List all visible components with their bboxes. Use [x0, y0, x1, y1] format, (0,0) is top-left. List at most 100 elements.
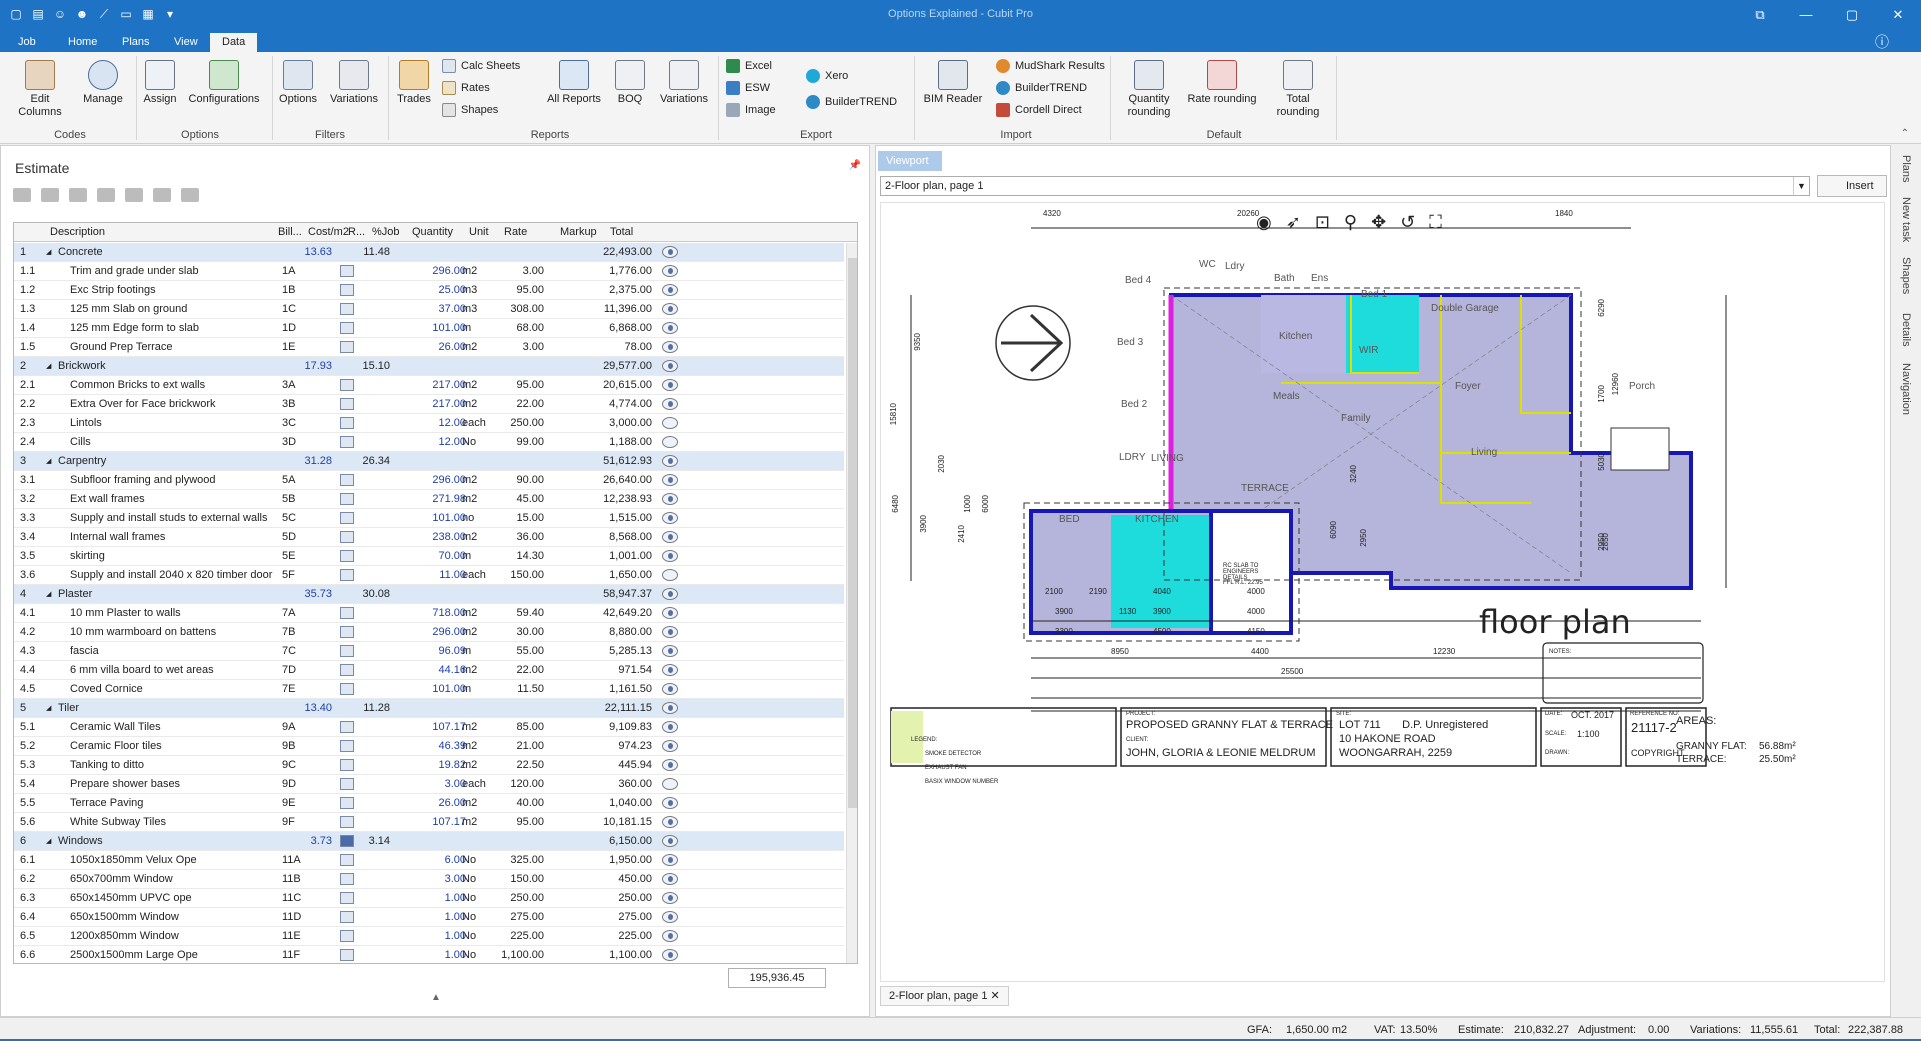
- table-row[interactable]: 6.4 650x1500mm Window 11D 1.00 No 275.00 275.0…: [14, 908, 844, 927]
- table-row[interactable]: 1.4 125 mm Edge form to slab 1D 101.00 m 68.0…: [14, 319, 844, 338]
- collapse-panel-icon[interactable]: ▲: [431, 992, 441, 1003]
- visibility-eye-icon[interactable]: [662, 246, 678, 258]
- image-button[interactable]: Image: [726, 102, 776, 118]
- table-row[interactable]: 5.6 White Subway Tiles 9F 107.17 m2 95.00 10,1…: [14, 813, 844, 832]
- expand-toggle-icon[interactable]: ◢: [46, 248, 51, 256]
- cell-rate[interactable]: 120.00: [484, 778, 544, 790]
- cell-qty[interactable]: 296.00: [410, 474, 466, 486]
- edit-columns-button[interactable]: Edit Columns: [8, 60, 72, 119]
- visibility-eye-icon[interactable]: [662, 474, 678, 486]
- cell-qty[interactable]: 25.00: [410, 284, 466, 296]
- expand-toggle-icon[interactable]: ◢: [46, 362, 51, 370]
- visibility-eye-icon[interactable]: [662, 664, 678, 676]
- table-row[interactable]: 3.2 Ext wall frames 5B 271.98 m2 45.00 12,238.…: [14, 490, 844, 509]
- visibility-eye-icon[interactable]: [662, 493, 678, 505]
- grid-scrollbar[interactable]: [846, 243, 857, 963]
- table-row[interactable]: 2.3 Lintols 3C 12.00 each 250.00 3,000.00: [14, 414, 844, 433]
- visibility-eye-icon[interactable]: [662, 588, 678, 600]
- col-unit[interactable]: Unit: [469, 226, 489, 238]
- cell-desc[interactable]: Carpentry: [58, 455, 106, 467]
- tab-plans[interactable]: Plans: [110, 33, 162, 52]
- col-rate[interactable]: Rate: [504, 226, 527, 238]
- esw-button[interactable]: ESW: [726, 80, 770, 96]
- filter-options-button[interactable]: Options: [278, 60, 318, 106]
- col-total[interactable]: Total: [610, 226, 633, 238]
- rate-type-icon[interactable]: [340, 493, 354, 505]
- table-row[interactable]: 4.4 6 mm villa board to wet areas 7D 44.16 m…: [14, 661, 844, 680]
- maximize-icon[interactable]: ▢: [1829, 0, 1875, 30]
- cell-rate[interactable]: 40.00: [484, 797, 544, 809]
- cell-desc[interactable]: fascia: [70, 645, 99, 657]
- cell-rate[interactable]: 22.00: [484, 664, 544, 676]
- visibility-eye-icon[interactable]: [662, 759, 678, 771]
- cell-qty[interactable]: 107.17: [410, 721, 466, 733]
- cell-rate[interactable]: 45.00: [484, 493, 544, 505]
- rate-type-icon[interactable]: [340, 474, 354, 486]
- visibility-eye-icon[interactable]: [662, 778, 678, 790]
- zoom-window-icon[interactable]: ⊡: [1315, 212, 1330, 233]
- rate-type-icon[interactable]: [340, 930, 354, 942]
- cell-rate[interactable]: 36.00: [484, 531, 544, 543]
- expand-toggle-icon[interactable]: ◢: [46, 590, 51, 598]
- rate-type-icon[interactable]: [340, 911, 354, 923]
- cell-desc[interactable]: Prepare shower bases: [70, 778, 180, 790]
- visibility-eye-icon[interactable]: [662, 455, 678, 467]
- visibility-eye-icon[interactable]: [662, 417, 678, 429]
- visibility-eye-icon[interactable]: [662, 721, 678, 733]
- cell-desc[interactable]: Terrace Paving: [70, 797, 143, 809]
- cell-rate[interactable]: 99.00: [484, 436, 544, 448]
- cell-qty[interactable]: 1.00: [410, 949, 466, 961]
- rate-type-icon[interactable]: [340, 398, 354, 410]
- cell-desc[interactable]: Coved Cornice: [70, 683, 143, 695]
- table-row[interactable]: 2.1 Common Bricks to ext walls 3A 217.00 m2 9…: [14, 376, 844, 395]
- rate-type-icon[interactable]: [340, 436, 354, 448]
- cell-desc[interactable]: 2500x1500mm Large Ope: [70, 949, 198, 961]
- visibility-eye-icon[interactable]: [662, 854, 678, 866]
- mudshark-button[interactable]: MudShark Results: [996, 58, 1105, 74]
- rate-type-icon[interactable]: [340, 531, 354, 543]
- cell-desc[interactable]: 10 mm warmboard on battens: [70, 626, 216, 638]
- cell-desc[interactable]: Trim and grade under slab: [70, 265, 199, 277]
- rate-type-icon[interactable]: [340, 322, 354, 334]
- cell-qty[interactable]: 1.00: [410, 911, 466, 923]
- table-row[interactable]: 5.2 Ceramic Floor tiles 9B 46.39 m2 21.00 974.…: [14, 737, 844, 756]
- cell-rate[interactable]: 250.00: [484, 417, 544, 429]
- visibility-eye-icon[interactable]: [662, 607, 678, 619]
- cell-desc[interactable]: Exc Strip footings: [70, 284, 156, 296]
- cell-qty[interactable]: 46.39: [410, 740, 466, 752]
- cell-desc[interactable]: Lintols: [70, 417, 102, 429]
- boq-button[interactable]: BOQ: [612, 60, 648, 106]
- cell-qty[interactable]: 101.00: [410, 683, 466, 695]
- rate-type-icon[interactable]: [340, 284, 354, 296]
- rate-type-icon[interactable]: [340, 854, 354, 866]
- visibility-eye-icon[interactable]: [662, 645, 678, 657]
- cell-rate[interactable]: 90.00: [484, 474, 544, 486]
- pin-icon[interactable]: 📌: [849, 160, 861, 171]
- expand-toggle-icon[interactable]: ◢: [46, 457, 51, 465]
- tab-data[interactable]: Data: [210, 33, 258, 52]
- cell-desc[interactable]: Tiler: [58, 702, 79, 714]
- cell-rate[interactable]: 325.00: [484, 854, 544, 866]
- visibility-eye-icon[interactable]: [662, 569, 678, 581]
- col-bill[interactable]: Bill...: [278, 226, 302, 238]
- visibility-eye-icon[interactable]: [662, 512, 678, 524]
- rate-type-icon[interactable]: [340, 341, 354, 353]
- group-row[interactable]: 4 ◢ Plaster 35.73 30.08 58,947.37: [14, 585, 844, 604]
- cell-desc[interactable]: Ext wall frames: [70, 493, 145, 505]
- cell-qty[interactable]: 26.00: [410, 341, 466, 353]
- chevron-down-icon[interactable]: ▼: [1793, 177, 1809, 195]
- cell-desc[interactable]: skirting: [70, 550, 105, 562]
- cell-rate[interactable]: 55.00: [484, 645, 544, 657]
- cell-qty[interactable]: 44.16: [410, 664, 466, 676]
- rotate-icon[interactable]: ↺: [1400, 212, 1415, 233]
- quantity-rounding-button[interactable]: Quantity rounding: [1118, 60, 1180, 119]
- cell-qty[interactable]: 101.00: [410, 322, 466, 334]
- help-icon[interactable]: ⓘ: [1875, 32, 1889, 52]
- document-select[interactable]: 2-Floor plan, page 1 ▼: [880, 176, 1810, 196]
- calc-sheets-button[interactable]: Calc Sheets: [442, 58, 520, 74]
- table-row[interactable]: 4.1 10 mm Plaster to walls 7A 718.00 m2 59.40…: [14, 604, 844, 623]
- zoom-icon[interactable]: ⚲: [1344, 212, 1357, 233]
- expand-icon[interactable]: [125, 188, 143, 202]
- rate-type-icon[interactable]: [340, 778, 354, 790]
- cell-rate[interactable]: 21.00: [484, 740, 544, 752]
